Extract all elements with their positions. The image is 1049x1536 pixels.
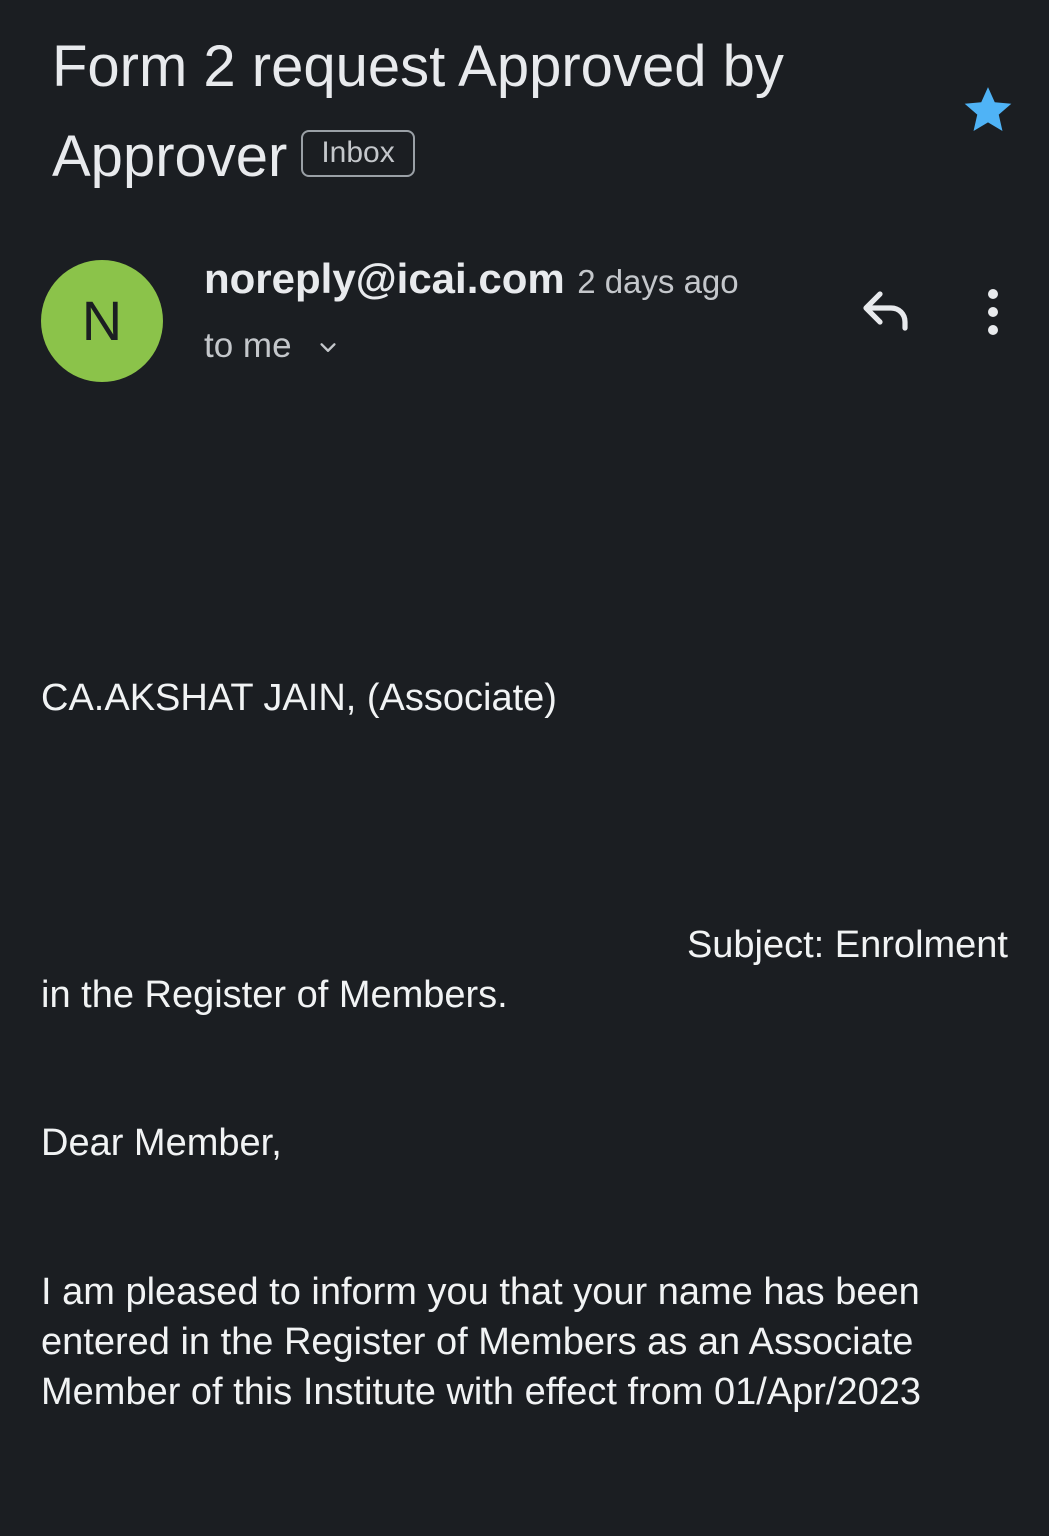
chevron-down-icon[interactable] [317, 337, 339, 359]
reply-icon [863, 291, 908, 331]
recipient-toggle[interactable]: to me [204, 326, 339, 366]
email-subject-header: Form 2 request Approved by Approver Inbox [52, 22, 932, 202]
email-subject: Form 2 request Approved by Approver [52, 34, 784, 189]
avatar[interactable]: N [41, 260, 163, 382]
email-body-paragraph: I am pleased to inform you that your nam… [41, 1271, 922, 1413]
more-vert-icon [988, 289, 998, 335]
more-options-button[interactable] [975, 286, 1011, 338]
star-icon[interactable] [960, 82, 1016, 138]
email-body-subject-end: in the Register of Members. [41, 974, 508, 1016]
sender-line: noreply@icai.com 2 days ago [204, 255, 739, 303]
sender-address[interactable]: noreply@icai.com [204, 255, 565, 302]
recipient-label: to me [204, 326, 292, 365]
inbox-label-badge[interactable]: Inbox [301, 130, 415, 178]
email-addressee: CA.AKSHAT JAIN, (Associate) [41, 677, 557, 719]
email-body-subject-start: Subject: Enrolment [686, 924, 1008, 966]
reply-button[interactable] [858, 286, 914, 336]
email-salutation: Dear Member, [41, 1122, 282, 1164]
sent-time: 2 days ago [577, 263, 739, 300]
